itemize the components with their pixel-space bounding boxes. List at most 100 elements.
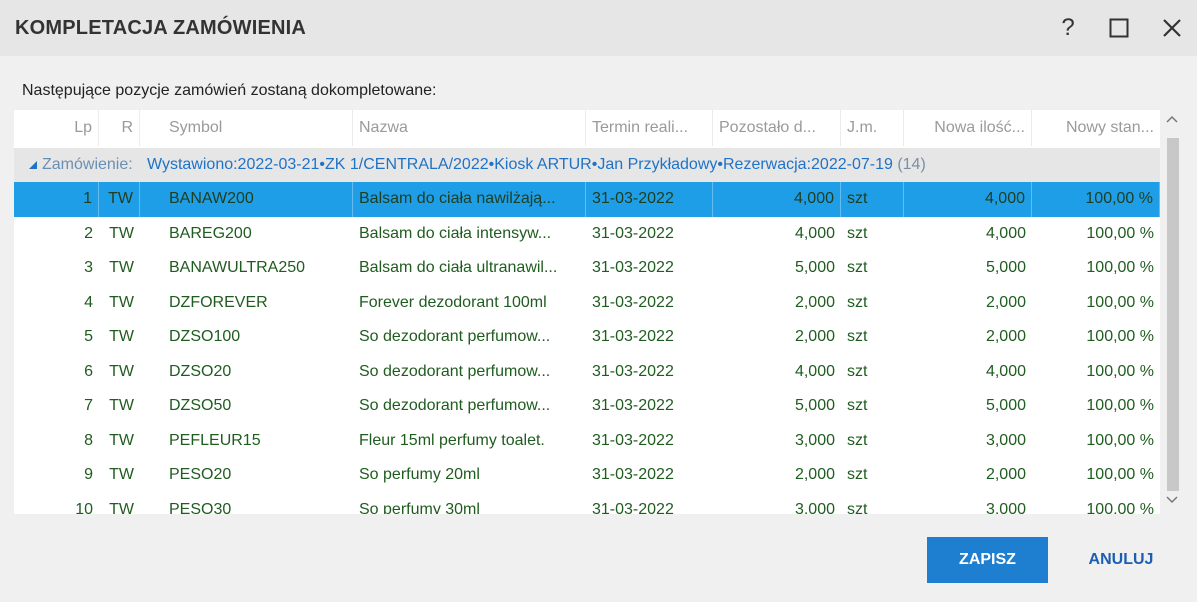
cell-pozostalo: 2,000 [794, 293, 835, 311]
group-row[interactable]: Zamówienie: Wystawiono:2022-03-21•ZK 1/C… [14, 148, 1160, 182]
cell-nowa-ilosc: 4,000 [985, 224, 1026, 242]
chevron-up-icon[interactable] [1166, 114, 1178, 126]
maximize-button[interactable] [1101, 10, 1137, 46]
cell-termin: 31-03-2022 [586, 182, 713, 217]
column-header-pozostalo[interactable]: Pozostało d... [713, 110, 841, 146]
cell-nowy-stan: 100,00 % [1086, 362, 1154, 380]
vertical-scrollbar[interactable] [1161, 110, 1183, 514]
cancel-button[interactable]: ANULUJ [1073, 537, 1169, 583]
grid-header: Lp R Symbol Nazwa Termin reali... Pozost… [14, 110, 1160, 146]
table-row[interactable]: 9 TW PESO20 So perfumy 20ml 31-03-2022 2,000 s… [14, 458, 1160, 493]
help-button[interactable]: ? [1050, 10, 1086, 46]
cell-jm: szt [847, 293, 868, 311]
cell-lp: 6 [84, 362, 93, 380]
cell-nazwa: So dezodorant perfumow... [359, 328, 551, 345]
table-row[interactable]: 4 TW DZFOREVER Forever dezodorant 100ml 31-0… [14, 286, 1160, 321]
group-label: Zamówienie: [42, 156, 133, 173]
cell-r: TW [109, 259, 134, 276]
cell-nazwa: Balsam do ciała ultranawil... [359, 259, 558, 276]
column-header-nowa-ilosc[interactable]: Nowa ilość... [904, 110, 1032, 146]
cell-pozostalo: 4,000 [794, 362, 835, 380]
column-header-termin[interactable]: Termin reali... [586, 110, 713, 146]
table-row[interactable]: 8 TW PEFLEUR15 Fleur 15ml perfumy toalet. 31… [14, 424, 1160, 459]
cell-r: TW [109, 466, 134, 483]
cell-nowa-ilosc: 2,000 [985, 293, 1026, 311]
cell-symbol: BAREG200 [169, 224, 252, 242]
cell-jm: szt [847, 328, 868, 345]
table-row[interactable]: 2 TW BAREG200 Balsam do ciała intensyw... 31… [14, 217, 1160, 252]
cell-pozostalo: 5,000 [794, 259, 835, 276]
positions-grid: Lp R Symbol Nazwa Termin reali... Pozost… [14, 110, 1160, 514]
cell-nowy-stan: 100,00 % [1032, 182, 1160, 217]
cell-lp: 10 [75, 500, 93, 515]
cell-termin: 31-03-2022 [592, 362, 674, 380]
cell-jm: szt [847, 362, 868, 380]
cell-symbol: BANAWULTRA250 [169, 259, 306, 276]
column-header-r[interactable]: R [99, 110, 140, 146]
cell-r: TW [109, 397, 134, 414]
table-row[interactable]: 7 TW DZSO50 So dezodorant perfumow... 31-03-… [14, 389, 1160, 424]
cell-nazwa: So dezodorant perfumow... [359, 362, 551, 380]
column-header-nowy-stan[interactable]: Nowy stan... [1032, 110, 1160, 146]
cell-nazwa: Balsam do ciała nawilżają... [353, 182, 586, 217]
cell-pozostalo: 5,000 [794, 397, 835, 414]
column-header-nazwa[interactable]: Nazwa [353, 110, 586, 146]
cell-lp: 7 [84, 397, 93, 414]
cell-pozostalo: 3,000 [794, 500, 835, 515]
cell-jm: szt [847, 224, 868, 242]
cell-pozostalo: 2,000 [794, 466, 835, 483]
cell-jm: szt [847, 431, 868, 449]
table-row[interactable]: 10 TW PESO30 So perfumy 30ml 31-03-2022 3,000… [14, 493, 1160, 515]
scrollbar-thumb[interactable] [1167, 138, 1179, 491]
cell-nowa-ilosc: 3,000 [985, 500, 1026, 515]
cell-r: TW [109, 328, 134, 345]
cell-pozostalo: 4,000 [713, 182, 841, 217]
cell-symbol: DZFOREVER [169, 293, 268, 311]
cell-termin: 31-03-2022 [592, 328, 674, 345]
save-button[interactable]: ZAPISZ [927, 537, 1048, 583]
cell-nazwa: So dezodorant perfumow... [359, 397, 551, 414]
column-header-symbol[interactable]: Symbol [163, 110, 353, 146]
collapse-triangle-icon[interactable] [28, 160, 38, 170]
cell-lp: 1 [14, 182, 99, 217]
cell-nowa-ilosc: 2,000 [985, 328, 1026, 345]
cell-nowy-stan: 100,00 % [1086, 397, 1154, 414]
cell-nowa-ilosc: 4,000 [904, 182, 1032, 217]
cell-lp: 4 [84, 293, 93, 311]
chevron-down-icon[interactable] [1166, 493, 1178, 505]
close-icon [1163, 19, 1181, 37]
cell-symbol: PESO30 [169, 500, 232, 515]
cell-lp: 5 [84, 328, 93, 345]
close-button[interactable] [1154, 10, 1190, 46]
cell-nazwa: Fleur 15ml perfumy toalet. [359, 431, 545, 449]
table-row[interactable]: 6 TW DZSO20 So dezodorant perfumow... 31-03-… [14, 355, 1160, 390]
cell-symbol: DZSO100 [169, 328, 241, 345]
window-title: KOMPLETACJA ZAMÓWIENIA [15, 17, 307, 39]
cell-r: TW [109, 431, 134, 449]
cell-symbol: DZSO50 [169, 397, 232, 414]
cell-symbol: DZSO20 [169, 362, 232, 380]
table-row[interactable]: 3 TW BANAWULTRA250 Balsam do ciała ultranaw… [14, 251, 1160, 286]
cell-nowa-ilosc: 5,000 [985, 397, 1026, 414]
cell-termin: 31-03-2022 [592, 293, 674, 311]
table-row[interactable]: 1 TW BANAW200 Balsam do ciała nawilżają... 3… [14, 182, 1160, 217]
cell-nowa-ilosc: 5,000 [985, 259, 1026, 276]
cell-nowy-stan: 100,00 % [1086, 466, 1154, 483]
table-row[interactable]: 5 TW DZSO100 So dezodorant perfumow... 31-03… [14, 320, 1160, 355]
column-header-jm[interactable]: J.m. [841, 110, 904, 146]
cell-termin: 31-03-2022 [592, 259, 674, 276]
cell-jm: szt [847, 466, 868, 483]
cell-termin: 31-03-2022 [592, 224, 674, 242]
cell-nowy-stan: 100,00 % [1086, 431, 1154, 449]
cell-nazwa: So perfumy 20ml [359, 466, 480, 483]
cell-nazwa: Balsam do ciała intensyw... [359, 224, 552, 242]
title-bar: KOMPLETACJA ZAMÓWIENIA ? [0, 0, 1197, 56]
cell-termin: 31-03-2022 [592, 397, 674, 414]
column-header-lp[interactable]: Lp [14, 110, 99, 146]
cell-r: TW [109, 500, 134, 515]
cell-nowy-stan: 100,00 % [1086, 328, 1154, 345]
cell-nazwa: Forever dezodorant 100ml [359, 293, 547, 311]
cell-symbol: BANAW200 [163, 182, 353, 217]
cell-symbol: PESO20 [169, 466, 232, 483]
cell-lp: 2 [84, 224, 93, 242]
